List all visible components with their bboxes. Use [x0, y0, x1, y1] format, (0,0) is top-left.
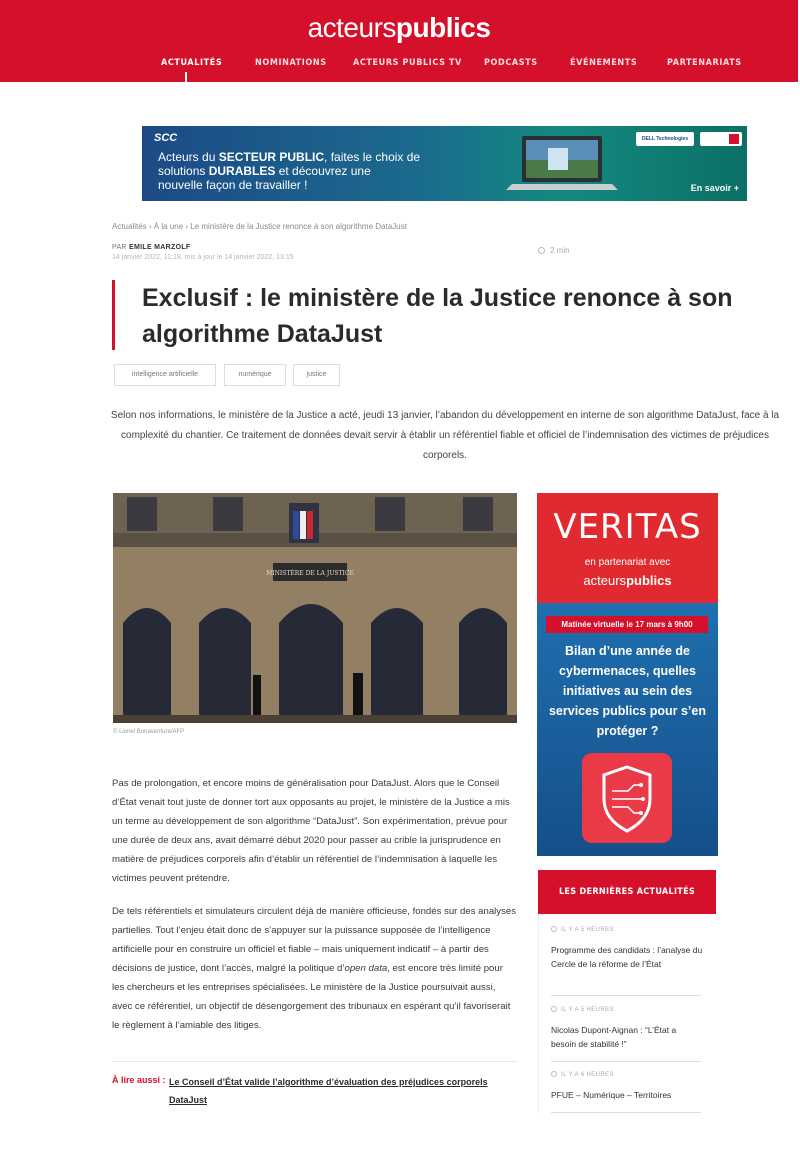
photo-credit: © Lionel Bonaventure/AFP	[113, 729, 185, 735]
svg-text:MINISTÈRE DE LA JUSTICE: MINISTÈRE DE LA JUSTICE	[266, 569, 354, 577]
read-time: 2 min	[538, 246, 570, 255]
partner-text: en partenariat avec	[584, 557, 671, 568]
nav-item-acteurs-publics-tv[interactable]: ACTEURS PUBLICS TV	[353, 58, 462, 68]
nav-item-evenements[interactable]: ÉVÉNEMENTS	[570, 58, 637, 68]
clock-icon	[551, 1006, 557, 1012]
divider	[112, 1061, 517, 1062]
article-author: PAR EMILE MARZOLF	[112, 244, 191, 251]
partner-logo: acteurspublics	[583, 573, 672, 588]
title-accent-bar	[112, 280, 115, 350]
latest-news-heading: LES DERNIÈRES ACTUALITÉS	[538, 870, 716, 914]
news-item[interactable]: IL Y A 5 HEURES Nicolas Dupont-Aignan : …	[551, 1006, 703, 1051]
banner-ad[interactable]: SCC Acteurs du SECTEUR PUBLIC, faites le…	[142, 126, 747, 201]
news-item[interactable]: IL Y A 5 HEURES Programme des candidats …	[551, 926, 703, 971]
breadcrumb-actualites[interactable]: Actualités	[112, 222, 147, 231]
news-item[interactable]: IL Y A 6 HEURES PFUE – Numérique – Terri…	[551, 1071, 703, 1102]
article-date: 14 janvier 2022, 11:18, mis à jour le 14…	[112, 254, 294, 261]
latest-news-widget: LES DERNIÈRES ACTUALITÉS IL Y A 5 HEURES…	[538, 870, 716, 1114]
sidebar-ad[interactable]: VERITAS en partenariat avec acteurspubli…	[537, 493, 718, 856]
nav-item-nominations[interactable]: NOMINATIONS	[255, 58, 327, 68]
ad-brand-logo: SCC	[154, 132, 178, 144]
ad-text: Acteurs du SECTEUR PUBLIC, faites le cho…	[158, 150, 421, 192]
article-lead: Selon nos informations, le ministère de …	[110, 410, 780, 461]
clock-icon	[538, 247, 545, 254]
partner-badge	[700, 132, 742, 146]
read-also-label: À lire aussi :	[112, 1075, 166, 1085]
article-paragraph-2: De tels référentiels et simulateurs circ…	[112, 906, 517, 1031]
main-nav: ACTUALITÉS NOMINATIONS ACTEURS PUBLICS T…	[0, 58, 798, 72]
dell-badge: DELL Technologies	[636, 132, 694, 146]
site-header: acteurspublics ACTUALITÉS NOMINATIONS AC…	[0, 0, 798, 82]
breadcrumb: Actualités › À la une › Le ministère de …	[112, 222, 407, 231]
ad-cta-link[interactable]: En savoir +	[691, 183, 739, 193]
active-nav-indicator	[185, 72, 187, 82]
breadcrumb-current: Le ministère de la Justice renonce à son…	[190, 222, 407, 231]
tag-numerique[interactable]: numérique	[224, 364, 286, 386]
nav-item-podcasts[interactable]: PODCASTS	[484, 58, 538, 68]
author-link[interactable]: EMILE MARZOLF	[129, 244, 190, 251]
nav-item-actualites[interactable]: ACTUALITÉS	[161, 58, 222, 68]
breadcrumb-a-la-une[interactable]: À la une	[154, 222, 183, 231]
event-date-banner: Matinée virtuelle le 17 mars à 9h00	[546, 616, 708, 633]
read-also-link[interactable]: Le Conseil d’État valide l’algorithme d’…	[169, 1073, 509, 1109]
veritas-logo: VERITAS	[553, 507, 702, 547]
article-title: Exclusif : le ministère de la Justice re…	[142, 284, 733, 348]
article-photo: MINISTÈRE DE LA JUSTICE	[113, 493, 517, 723]
tag-justice[interactable]: justice	[293, 364, 340, 386]
clock-icon	[551, 926, 557, 932]
article-paragraph-1: Pas de prolongation, et encore moins de …	[112, 778, 510, 884]
nav-item-partenariats[interactable]: PARTENARIATS	[667, 58, 742, 68]
shield-circuit-icon	[582, 753, 672, 843]
tag-intelligence-artificielle[interactable]: intelligence artificielle	[114, 364, 216, 386]
site-logo[interactable]: acteurspublics	[0, 12, 798, 44]
clock-icon	[551, 1071, 557, 1077]
laptop-image	[506, 136, 618, 190]
event-headline: Bilan d’une année de cybermenaces, quell…	[548, 644, 706, 738]
